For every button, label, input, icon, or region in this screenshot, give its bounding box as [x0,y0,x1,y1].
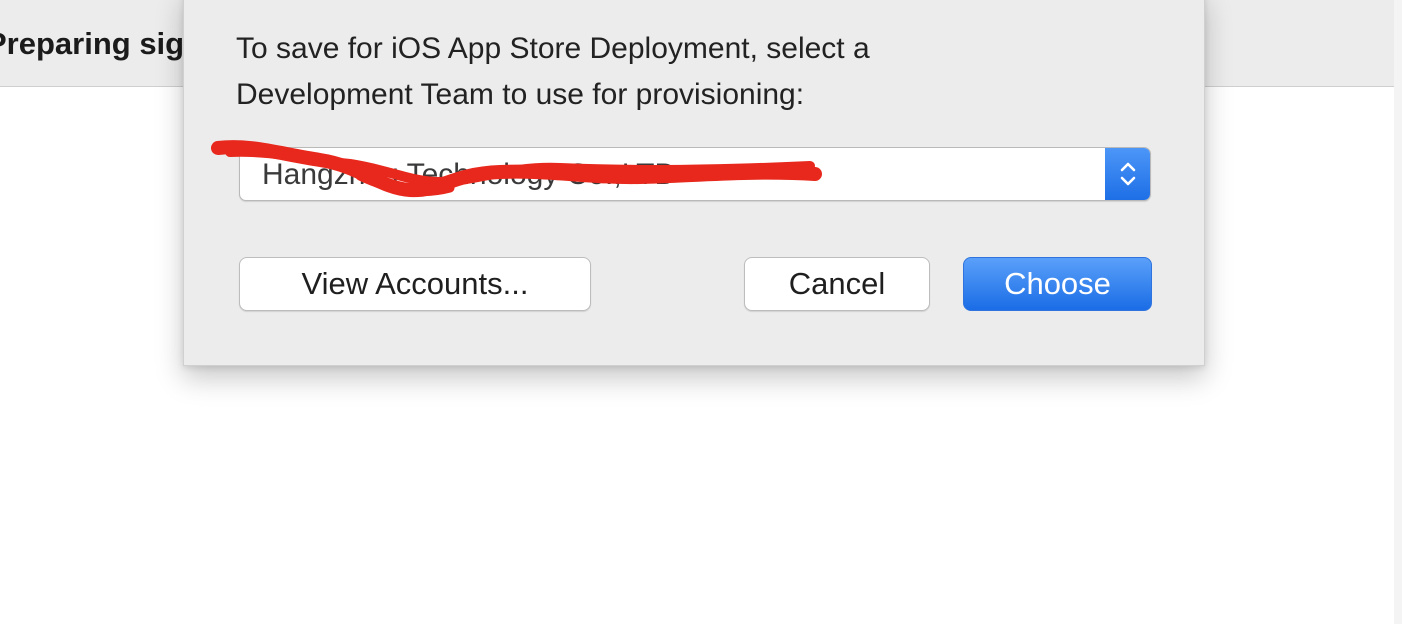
background-window-edge [1394,0,1402,624]
sheet-message-line-2: Development Team to use for provisioning… [236,78,805,111]
sheet-message: To save for iOS App Store Deployment, se… [236,26,1136,118]
up-down-chevron-icon [1105,148,1150,200]
selected-team-value: Hangzhou Technology Co.,LTD [262,158,677,191]
development-team-popup[interactable]: Hangzhou Technology Co.,LTD [239,147,1151,201]
cancel-button[interactable]: Cancel [744,257,930,311]
choose-button[interactable]: Choose [963,257,1152,311]
team-selection-sheet: To save for iOS App Store Deployment, se… [183,0,1205,366]
view-accounts-button[interactable]: View Accounts... [239,257,591,311]
sheet-message-line-1: To save for iOS App Store Deployment, se… [236,32,870,65]
